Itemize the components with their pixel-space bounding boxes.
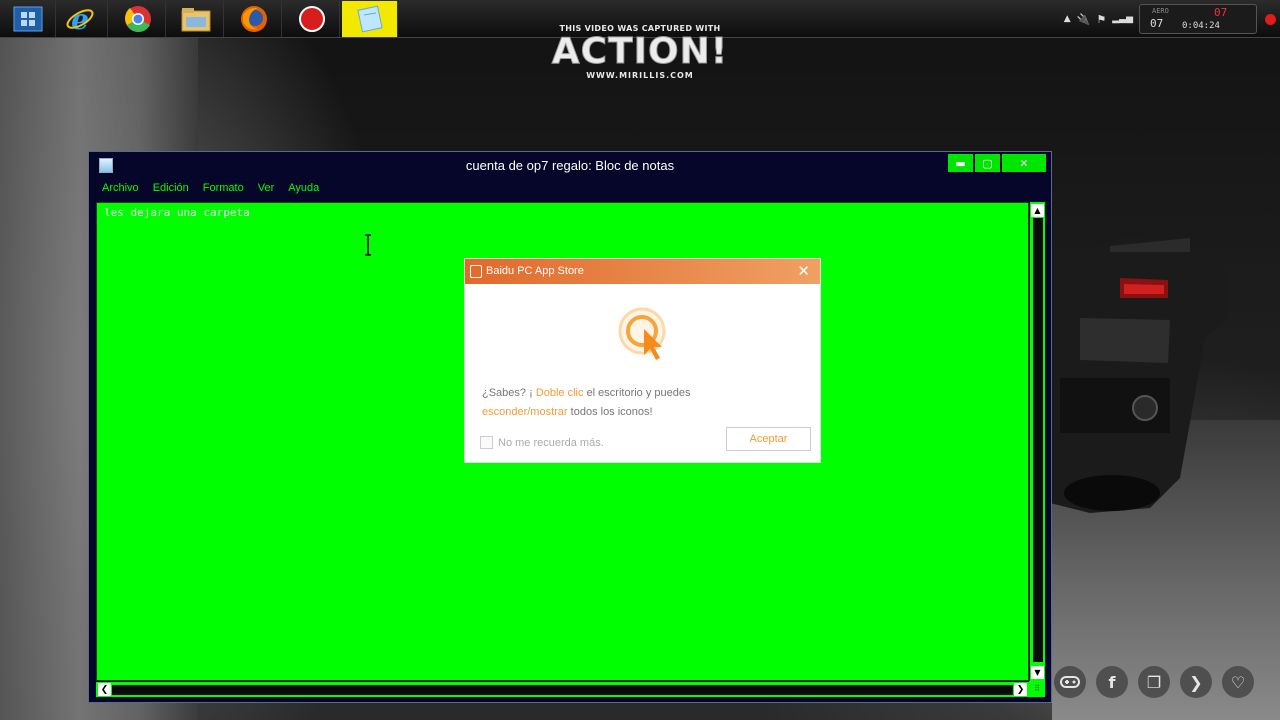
horizontal-scroll-track[interactable]	[112, 685, 1013, 695]
ibeam-cursor-icon	[365, 234, 371, 256]
horizontal-scrollbar[interactable]: ❮ ❯	[96, 681, 1029, 697]
checkbox-box[interactable]	[480, 436, 493, 449]
next-icon[interactable]: ❯	[1180, 666, 1212, 698]
scroll-right-icon[interactable]: ❯	[1014, 683, 1027, 696]
scroll-down-icon[interactable]: ▼	[1031, 666, 1044, 679]
menu-ver[interactable]: Ver	[251, 181, 282, 199]
editor-text: les dejara una carpeta	[104, 206, 250, 219]
msg-highlight-esconder: esconder/mostrar	[482, 406, 568, 418]
wallpaper-car-image	[1050, 236, 1228, 513]
msg-highlight-doble-clic: Doble clic	[535, 387, 584, 399]
menu-archivo[interactable]: Archivo	[95, 181, 146, 199]
facebook-icon[interactable]: f	[1096, 666, 1128, 698]
window-title: cuenta de op7 regalo: Bloc de notas	[465, 158, 675, 173]
taskbar-chrome-button[interactable]	[110, 1, 166, 37]
menu-ayuda[interactable]: Ayuda	[281, 181, 326, 199]
copy-icon[interactable]: ❐	[1138, 666, 1170, 698]
action-center-icon[interactable]: ⚑	[1096, 13, 1106, 26]
network-signal-icon[interactable]: ▂▃▅	[1112, 14, 1133, 24]
action-recorder-hud: AERO 07 07 0:04:24	[1139, 4, 1257, 34]
vertical-scrollbar[interactable]: ▲ ▼	[1029, 202, 1045, 681]
scroll-left-icon[interactable]: ❮	[98, 683, 111, 696]
taskbar-firefox-button[interactable]	[226, 1, 282, 37]
msg-part1: ¿Sabes? ¡	[482, 387, 533, 399]
notepad-icon	[356, 5, 383, 33]
menu-bar: Archivo Edición Formato Ver Ayuda	[95, 181, 326, 199]
gamepad-icon[interactable]	[1054, 666, 1086, 698]
chrome-icon	[124, 6, 151, 32]
file-explorer-icon	[181, 8, 210, 32]
usb-icon[interactable]: 🔌	[1077, 13, 1091, 26]
heart-icon[interactable]: ♡	[1222, 666, 1254, 698]
popup-title: Baidu PC App Store	[486, 265, 584, 277]
menu-formato[interactable]: Formato	[196, 181, 251, 199]
svg-text:e: e	[71, 4, 89, 34]
menu-edicion[interactable]: Edición	[146, 181, 196, 199]
popup-close-icon[interactable]: ✕	[797, 262, 810, 280]
start-icon	[13, 6, 42, 32]
checkbox-label: No me recuerda más.	[498, 436, 604, 449]
accept-button[interactable]: Aceptar	[726, 427, 811, 451]
resize-grip-icon[interactable]: ⠿	[1029, 681, 1045, 697]
watermark-url: WWW.MIRILLIS.COM	[586, 71, 694, 80]
double-click-pointer-icon	[618, 307, 666, 360]
close-button[interactable]: ✕	[1002, 154, 1046, 172]
internet-explorer-icon: e	[66, 4, 93, 34]
scroll-up-icon[interactable]: ▲	[1031, 204, 1044, 217]
window-controls: ▬ ▢ ✕	[948, 154, 1046, 172]
show-hidden-icons-icon[interactable]: ▲	[1064, 14, 1071, 24]
shopping-bag-icon	[470, 265, 482, 278]
firefox-icon	[240, 6, 267, 32]
taskbar-explorer-button[interactable]	[168, 1, 224, 37]
start-button[interactable]	[0, 1, 56, 37]
msg-part3: todos los iconos!	[570, 406, 653, 418]
fps-counter: 07	[1150, 17, 1164, 30]
recording-time: 0:04:24	[1182, 21, 1220, 31]
msg-part2: el escritorio y puedes	[586, 387, 691, 399]
popup-message: ¿Sabes? ¡ Doble clic el escritorio y pue…	[482, 384, 812, 422]
taskbar-notepad-button[interactable]	[342, 1, 398, 37]
action-watermark: THIS VIDEO WAS CAPTURED WITH ACTION! WWW…	[540, 24, 740, 80]
watermark-brand: ACTION!	[551, 31, 729, 72]
window-titlebar[interactable]: cuenta de op7 regalo: Bloc de notas ▬ ▢ …	[89, 152, 1051, 180]
aero-label: AERO	[1152, 7, 1169, 15]
vertical-scroll-track[interactable]	[1033, 218, 1043, 662]
dont-remind-checkbox[interactable]: No me recuerda más.	[480, 436, 604, 449]
popup-header: Baidu PC App Store ✕	[465, 259, 820, 284]
taskbar-record-button[interactable]	[284, 1, 340, 37]
fps-counter-red: 07	[1214, 6, 1228, 19]
recording-dot-icon	[1265, 13, 1276, 25]
taskbar-ie-button[interactable]: e	[52, 1, 108, 37]
maximize-button[interactable]: ▢	[975, 154, 1000, 172]
share-bar: f ❐ ❯ ♡	[1054, 666, 1254, 698]
baidu-popup-dialog: Baidu PC App Store ✕ ¿Sabes? ¡ Doble cli…	[464, 258, 821, 463]
minimize-button[interactable]: ▬	[948, 154, 973, 172]
record-icon	[298, 6, 325, 32]
system-tray: ▲ 🔌 ⚑ ▂▃▅ AERO 07 07 0:04:24	[1064, 0, 1280, 38]
